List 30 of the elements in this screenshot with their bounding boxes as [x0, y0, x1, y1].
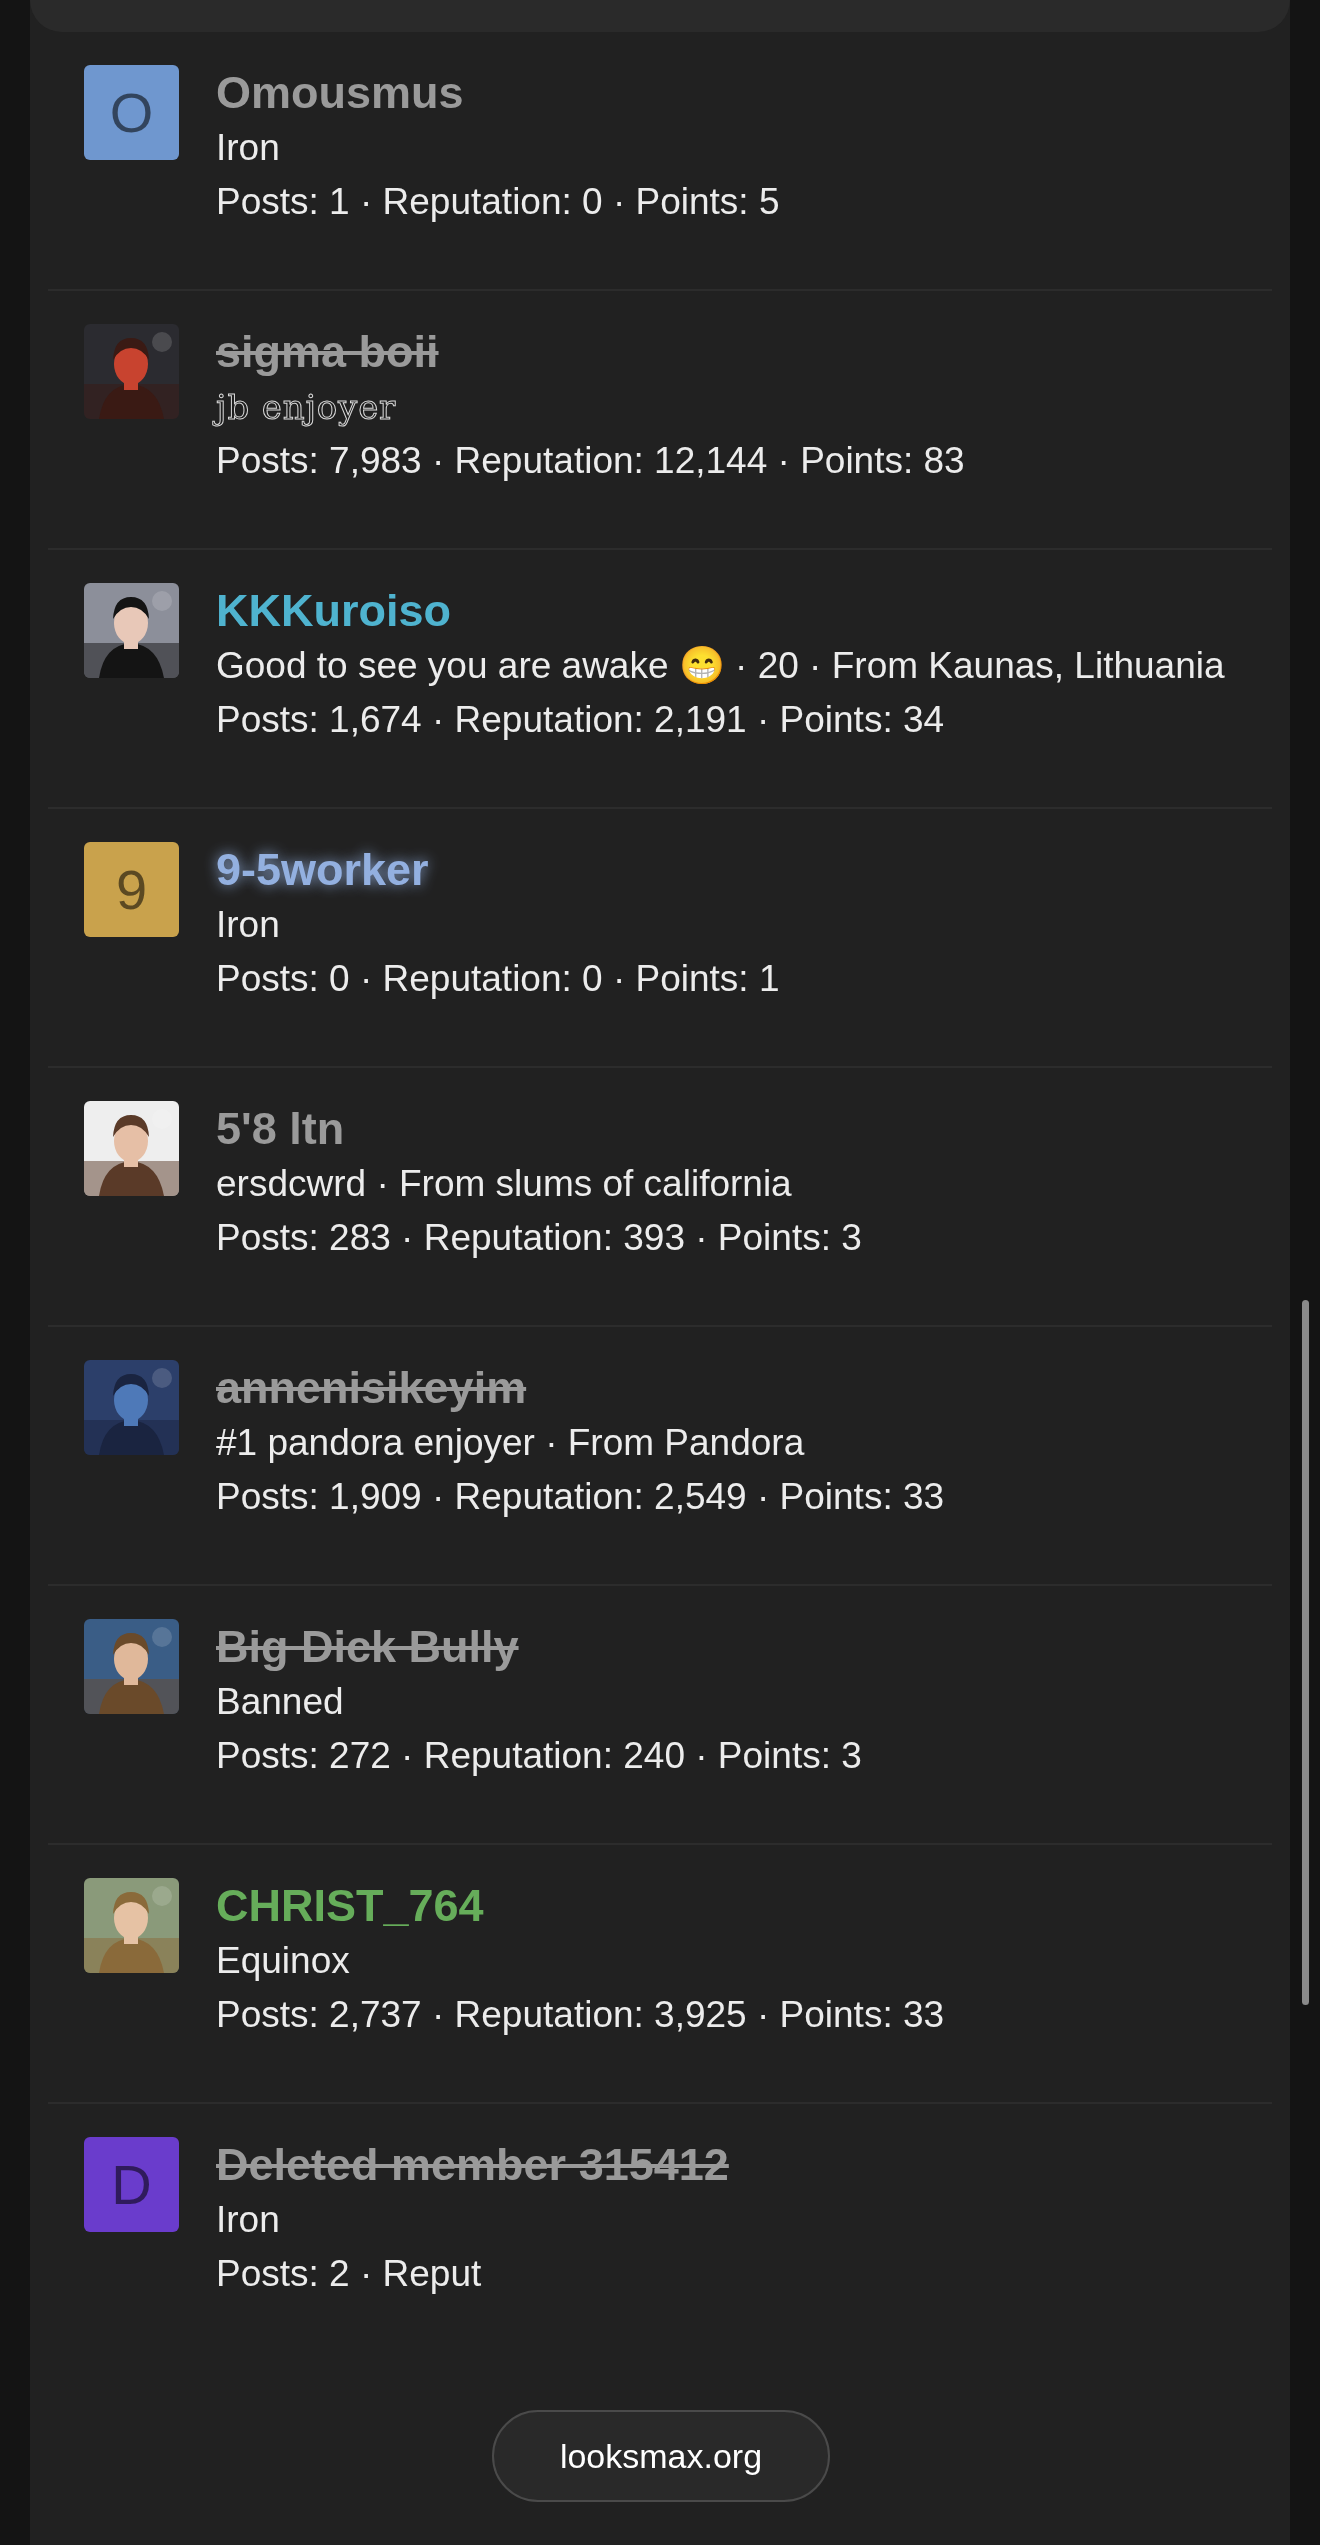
member-name[interactable]: CHRIST_764 — [216, 1878, 484, 1934]
member-stats: Posts: 2,737 · Reputation: 3,925 · Points: 33 — [216, 1993, 945, 2037]
member-name[interactable]: 5'8 ltn — [216, 1101, 345, 1157]
member-stats: Posts: 1,674 · Reputation: 2,191 · Points: 34 — [216, 698, 946, 742]
member-name[interactable]: Deleted member 315412 — [216, 2137, 729, 2193]
member-title: Good to see you are awake 😁 · 20 · From Kaunas, Lithuania — [216, 644, 1225, 688]
member-title: Iron — [216, 903, 281, 947]
member-name[interactable]: sigma boii — [216, 324, 439, 380]
member-stats: Posts: 2 · Reput — [216, 2252, 483, 2296]
member-name[interactable]: Omousmus — [216, 65, 464, 121]
letter-avatar[interactable]: O — [84, 65, 179, 160]
member-name[interactable]: 9-5worker — [216, 842, 429, 898]
member-stats: Posts: 283 · Reputation: 393 · Points: 3 — [216, 1216, 862, 1260]
member-stats: Posts: 0 · Reputation: 0 · Points: 1 — [216, 957, 780, 1001]
member-title: Banned — [216, 1680, 345, 1724]
member-stats: Posts: 272 · Reputation: 240 · Points: 3 — [216, 1734, 862, 1778]
member-stats: Posts: 7,983 · Reputation: 12,144 · Points: 83 — [216, 439, 965, 483]
member-stats: Posts: 1,909 · Reputation: 2,549 · Points: 33 — [216, 1475, 945, 1519]
scrollbar[interactable] — [1302, 1300, 1309, 2005]
member-name[interactable]: annenisikeyim — [216, 1360, 527, 1416]
member-title: Equinox — [216, 1939, 351, 1983]
member-title: Iron — [216, 2198, 281, 2242]
member-stats: Posts: 1 · Reputation: 0 · Points: 5 — [216, 180, 780, 224]
letter-avatar[interactable]: 9 — [84, 842, 179, 937]
member-title: Iron — [216, 126, 281, 170]
member-title: #1 pandora enjoyer · From Pandora — [216, 1421, 806, 1465]
member-name[interactable]: KKKuroiso — [216, 583, 451, 639]
member-title: ersdcwrd · From slums of california — [216, 1162, 793, 1206]
member-name[interactable]: Big Dick Bully — [216, 1619, 519, 1675]
site-pill[interactable]: looksmax.org — [492, 2410, 830, 2502]
